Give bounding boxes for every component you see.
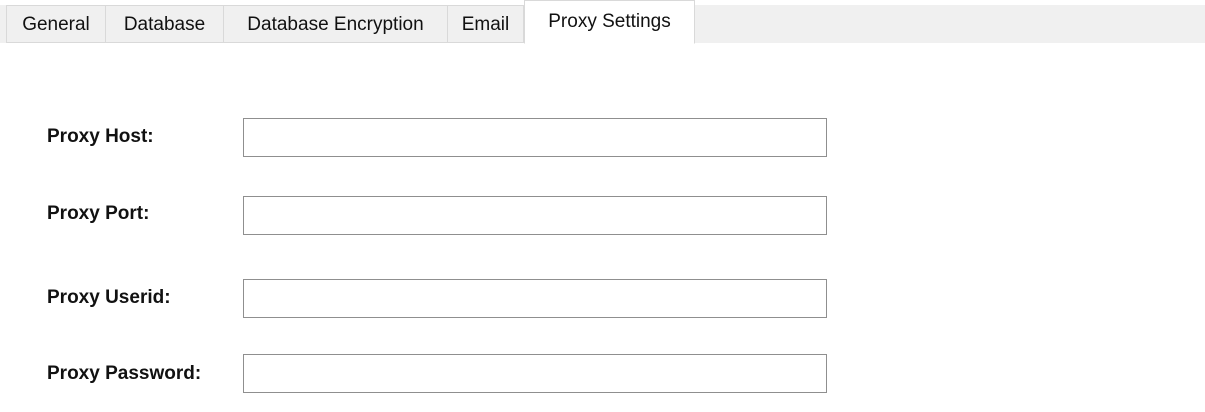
- tab-database-encryption[interactable]: Database Encryption: [223, 5, 447, 43]
- tab-general[interactable]: General: [6, 5, 105, 43]
- proxy-host-label: Proxy Host:: [47, 126, 154, 147]
- proxy-host-input[interactable]: [243, 118, 827, 157]
- proxy-userid-label: Proxy Userid:: [47, 287, 171, 308]
- tab-proxy-settings[interactable]: Proxy Settings: [524, 0, 695, 44]
- tab-database[interactable]: Database: [105, 5, 223, 43]
- tab-email[interactable]: Email: [447, 5, 524, 43]
- tab-strip: General Database Database Encryption Ema…: [0, 0, 1205, 44]
- proxy-port-input[interactable]: [243, 196, 827, 235]
- proxy-password-label: Proxy Password:: [47, 363, 202, 384]
- proxy-port-label: Proxy Port:: [47, 203, 150, 224]
- proxy-userid-input[interactable]: [243, 279, 827, 318]
- proxy-password-input[interactable]: [243, 354, 827, 393]
- proxy-settings-panel: Proxy Host: Proxy Port: Proxy Userid: Pr…: [0, 43, 1205, 412]
